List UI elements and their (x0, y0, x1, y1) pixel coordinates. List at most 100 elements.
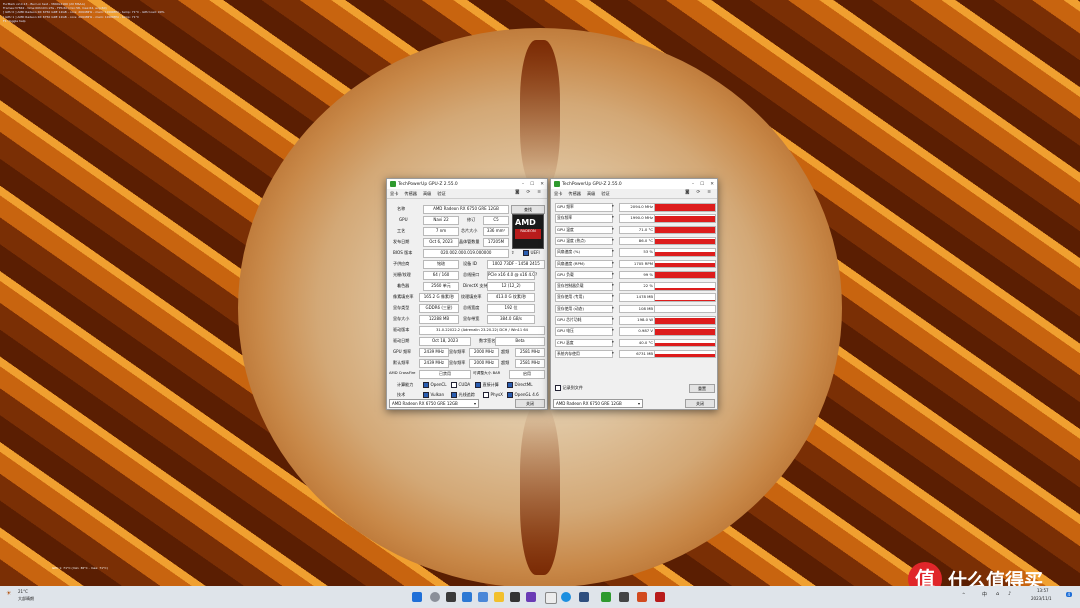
device-select[interactable]: AMD Radeon RX 6750 GRE 12GB ▾ (553, 399, 643, 408)
camera-icon[interactable]: ◙ (685, 190, 689, 195)
teams-icon[interactable] (478, 592, 488, 602)
sensor-graph-fill (655, 288, 715, 290)
tab-validation[interactable]: 验证 (437, 191, 445, 197)
label-bus-interface: 总线接口 (463, 272, 480, 277)
chevron-down-icon[interactable]: ▾ (612, 293, 618, 300)
edge-icon[interactable] (561, 592, 571, 602)
chevron-down-icon[interactable]: ▾ (612, 350, 618, 357)
chevron-down-icon[interactable]: ▾ (612, 226, 618, 233)
value-gpu-clock: 2439 MHz (419, 348, 449, 357)
chevron-down-icon[interactable]: ▾ (612, 271, 618, 278)
minimize-button[interactable]: – (522, 182, 524, 187)
compute-directcompute: 直接计算 (475, 382, 499, 388)
tab-sensors[interactable]: 传感器 (404, 191, 417, 197)
windows-start-icon[interactable] (412, 592, 422, 602)
weather-desc[interactable]: 大部晴朗 (18, 596, 34, 602)
value-driver-date: Oct 18, 2023 (419, 337, 471, 346)
sensor-graph-fill (655, 252, 715, 256)
chevron-down-icon[interactable]: ▾ (612, 203, 618, 210)
refresh-icon[interactable]: ⟳ (526, 190, 530, 195)
gpuz-main-window: TechPowerUp GPU-Z 2.55.0 – ☐ ✕ 显卡 传感器 高级… (386, 178, 548, 410)
sensor-value: 86.0 °C (619, 236, 655, 246)
sensor-value: 0.987 V (619, 327, 655, 336)
label-boost: 超频 (501, 349, 510, 354)
sensor-graph (654, 214, 716, 223)
app-icon[interactable] (655, 592, 665, 602)
clock-date[interactable]: 2023/11/1 (1031, 596, 1052, 601)
clock-time[interactable]: 13:57 (1037, 588, 1049, 593)
maximize-button[interactable]: ☐ (700, 182, 704, 187)
menu-icon[interactable]: ≡ (707, 190, 711, 195)
app-icon[interactable] (619, 592, 629, 602)
camera-icon[interactable]: ◙ (515, 190, 519, 195)
sensor-graph-fill (655, 317, 715, 324)
lookup-button[interactable]: 查找 (511, 204, 545, 214)
chevron-down-icon[interactable]: ▾ (612, 260, 618, 267)
sensor-value: 108 MB (619, 304, 655, 314)
ime-language[interactable]: 中 (982, 591, 987, 598)
share-icon[interactable]: ⇪ (511, 250, 514, 255)
close-window-button[interactable]: ✕ (710, 182, 714, 187)
tab-graphics-card[interactable]: 显卡 (554, 191, 562, 197)
tab-graphics-card[interactable]: 显卡 (390, 191, 398, 197)
label-default-boost: 超频 (501, 360, 510, 365)
value-rops-tmus: 64 / 160 (423, 271, 459, 280)
device-select[interactable]: AMD Radeon RX 6750 GRE 12GB ▾ (389, 399, 479, 408)
chevron-down-icon[interactable]: ▾ (612, 214, 618, 221)
network-icon[interactable]: ⌂ (996, 591, 999, 597)
refresh-icon[interactable]: ⟳ (696, 190, 700, 195)
weather-icon[interactable]: ☀ (6, 590, 11, 597)
titlebar: TechPowerUp GPU-Z 2.55.0 – ☐ ✕ (551, 179, 717, 189)
task-view-icon[interactable] (446, 592, 456, 602)
chevron-down-icon[interactable]: ▾ (612, 282, 618, 289)
tray-chevron-icon[interactable]: ^ (962, 592, 965, 597)
label-digital-signature: 数字签名 (479, 338, 496, 343)
furmark-taskbar-icon[interactable] (637, 592, 647, 602)
search-icon[interactable] (430, 592, 440, 602)
reset-button[interactable]: 重置 (689, 384, 715, 393)
sensor-graph-fill (655, 238, 715, 245)
app-icon[interactable] (579, 592, 589, 602)
osd-line: [ GPU 0 ] AMD Radeon RX 6750 GRE 12GB - … (3, 10, 165, 15)
label-bandwidth: 显存带宽 (463, 316, 480, 321)
tab-advanced[interactable]: 高级 (423, 191, 431, 197)
tab-sensors[interactable]: 传感器 (568, 191, 581, 197)
log-to-file-checkbox[interactable]: 记录到文件 (555, 385, 583, 391)
sensor-value: 2094.0 MHz (619, 203, 655, 212)
store-icon[interactable] (526, 592, 536, 602)
tech-vulkan: Vulkan (423, 392, 444, 398)
gpuz-taskbar-icon[interactable] (601, 592, 611, 602)
terminal-icon[interactable] (510, 592, 520, 602)
notification-badge[interactable]: 4 (1066, 592, 1072, 597)
gpuz-app-icon (390, 181, 396, 187)
label-memory-clock: 显存频率 (449, 349, 466, 354)
close-button[interactable]: 关闭 (515, 399, 545, 408)
volume-icon[interactable]: ♪ (1008, 591, 1011, 597)
wallpaper-vein-bottom (520, 405, 560, 575)
tab-bar: 显卡 传感器 高级 验证 ◙ ⟳ ≡ (387, 189, 547, 199)
file-explorer-icon[interactable] (494, 592, 504, 602)
sensor-value: 198.0 W (619, 316, 655, 325)
value-texture-fillrate: 413.0 G 纹素/秒 (487, 293, 535, 302)
value-pixel-fillrate: 165.2 G 像素/秒 (419, 293, 459, 302)
chevron-down-icon[interactable]: ▾ (612, 237, 618, 244)
value-memory-size: 12288 MB (419, 315, 459, 324)
chevron-down-icon[interactable]: ▾ (612, 305, 618, 312)
tab-advanced[interactable]: 高级 (587, 191, 595, 197)
close-window-button[interactable]: ✕ (540, 182, 544, 187)
help-icon[interactable]: ? (535, 272, 537, 277)
close-button[interactable]: 关闭 (685, 399, 715, 408)
chevron-down-icon[interactable]: ▾ (612, 248, 618, 255)
app-icon[interactable] (545, 592, 557, 604)
maximize-button[interactable]: ☐ (530, 182, 534, 187)
chevron-down-icon[interactable]: ▾ (612, 327, 618, 334)
chevron-down-icon[interactable]: ▾ (612, 316, 618, 323)
tab-validation[interactable]: 验证 (601, 191, 609, 197)
chevron-down-icon[interactable]: ▾ (612, 339, 618, 346)
minimize-button[interactable]: – (692, 182, 694, 187)
widgets-icon[interactable] (462, 592, 472, 602)
menu-icon[interactable]: ≡ (537, 190, 541, 195)
sensor-name: 显存使用 (专用) (555, 293, 613, 302)
weather-temp[interactable]: 21°C (18, 589, 28, 594)
sensor-name: GPU 温度 (热点) (555, 236, 613, 246)
